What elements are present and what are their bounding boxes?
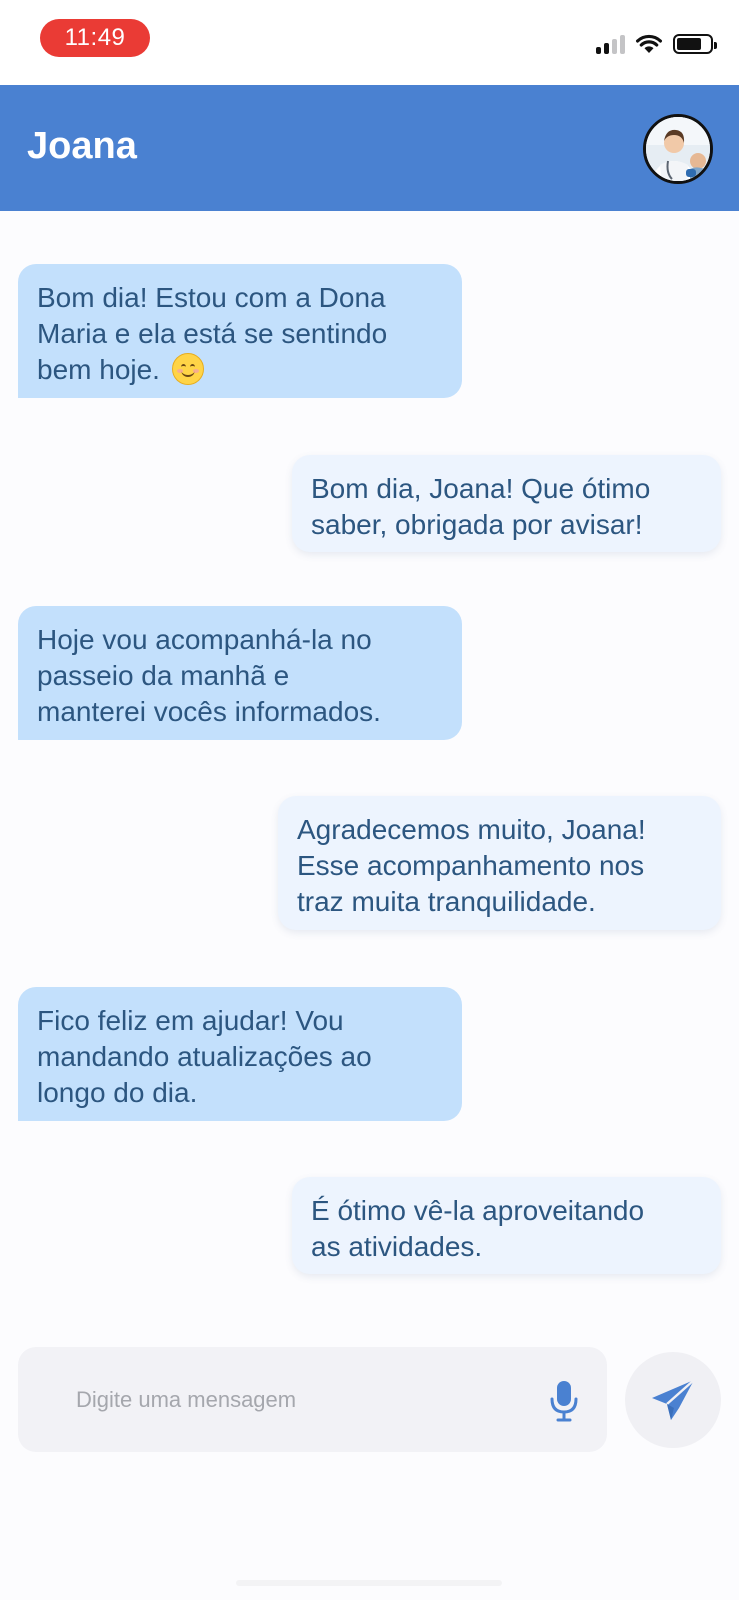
- message-line: É ótimo vê-la aproveitando: [311, 1195, 645, 1226]
- message-line: Bom dia! Estou com a Dona: [37, 282, 386, 313]
- message-composer: [18, 1347, 607, 1452]
- message-line: Fico feliz em ajudar! Vou: [37, 1005, 344, 1036]
- wifi-icon: [636, 34, 662, 53]
- chat-header: Joana: [0, 85, 739, 211]
- message-incoming[interactable]: Fico feliz em ajudar! Vou mandando atual…: [18, 987, 462, 1121]
- microphone-icon[interactable]: [549, 1379, 579, 1423]
- message-line: saber, obrigada por avisar!: [311, 509, 643, 540]
- message-outgoing[interactable]: Agradecemos muito, Joana! Esse acompanha…: [278, 796, 721, 930]
- message-outgoing[interactable]: É ótimo vê-la aproveitando as atividades…: [292, 1177, 721, 1274]
- contact-avatar[interactable]: [643, 114, 713, 184]
- send-icon: [652, 1379, 695, 1420]
- chat-screen: 11:49 Joana Bom dia! Estou com a Dona Ma…: [0, 0, 739, 1600]
- message-line: mandando atualizações ao: [37, 1041, 372, 1072]
- message-line: passeio da manhã e: [37, 660, 290, 691]
- message-line: Maria e ela está se sentindo: [37, 318, 388, 349]
- message-line: Esse acompanhamento nos: [297, 850, 645, 881]
- contact-name: Joana: [27, 125, 137, 167]
- message-incoming[interactable]: Hoje vou acompanhá-la no passeio da manh…: [18, 606, 462, 740]
- message-line: Hoje vou acompanhá-la no: [37, 624, 372, 655]
- message-line: Bom dia, Joana! Que ótimo: [311, 473, 651, 504]
- status-bar: 11:49: [0, 0, 739, 85]
- send-button[interactable]: [625, 1352, 721, 1448]
- message-line: as atividades.: [311, 1231, 483, 1262]
- message-line: longo do dia.: [37, 1077, 198, 1108]
- message-line: Agradecemos muito, Joana!: [297, 814, 646, 845]
- message-line: manterei vocês informados.: [37, 696, 381, 727]
- message-line: traz muita tranquilidade.: [297, 886, 596, 917]
- status-time[interactable]: 11:49: [40, 19, 150, 57]
- message-line-wrap: bem hoje.: [37, 352, 442, 388]
- message-input[interactable]: [76, 1383, 526, 1417]
- cellular-signal-icon: [596, 34, 625, 54]
- battery-icon: [673, 34, 717, 54]
- caregiver-avatar-icon: [646, 117, 710, 181]
- message-line: bem hoje.: [37, 354, 160, 385]
- status-icons: [596, 32, 717, 56]
- message-incoming[interactable]: Bom dia! Estou com a Dona Maria e ela es…: [18, 264, 462, 398]
- home-indicator: [236, 1580, 502, 1586]
- smiling-face-icon: [171, 353, 204, 385]
- message-outgoing[interactable]: Bom dia, Joana! Que ótimo saber, obrigad…: [292, 455, 721, 552]
